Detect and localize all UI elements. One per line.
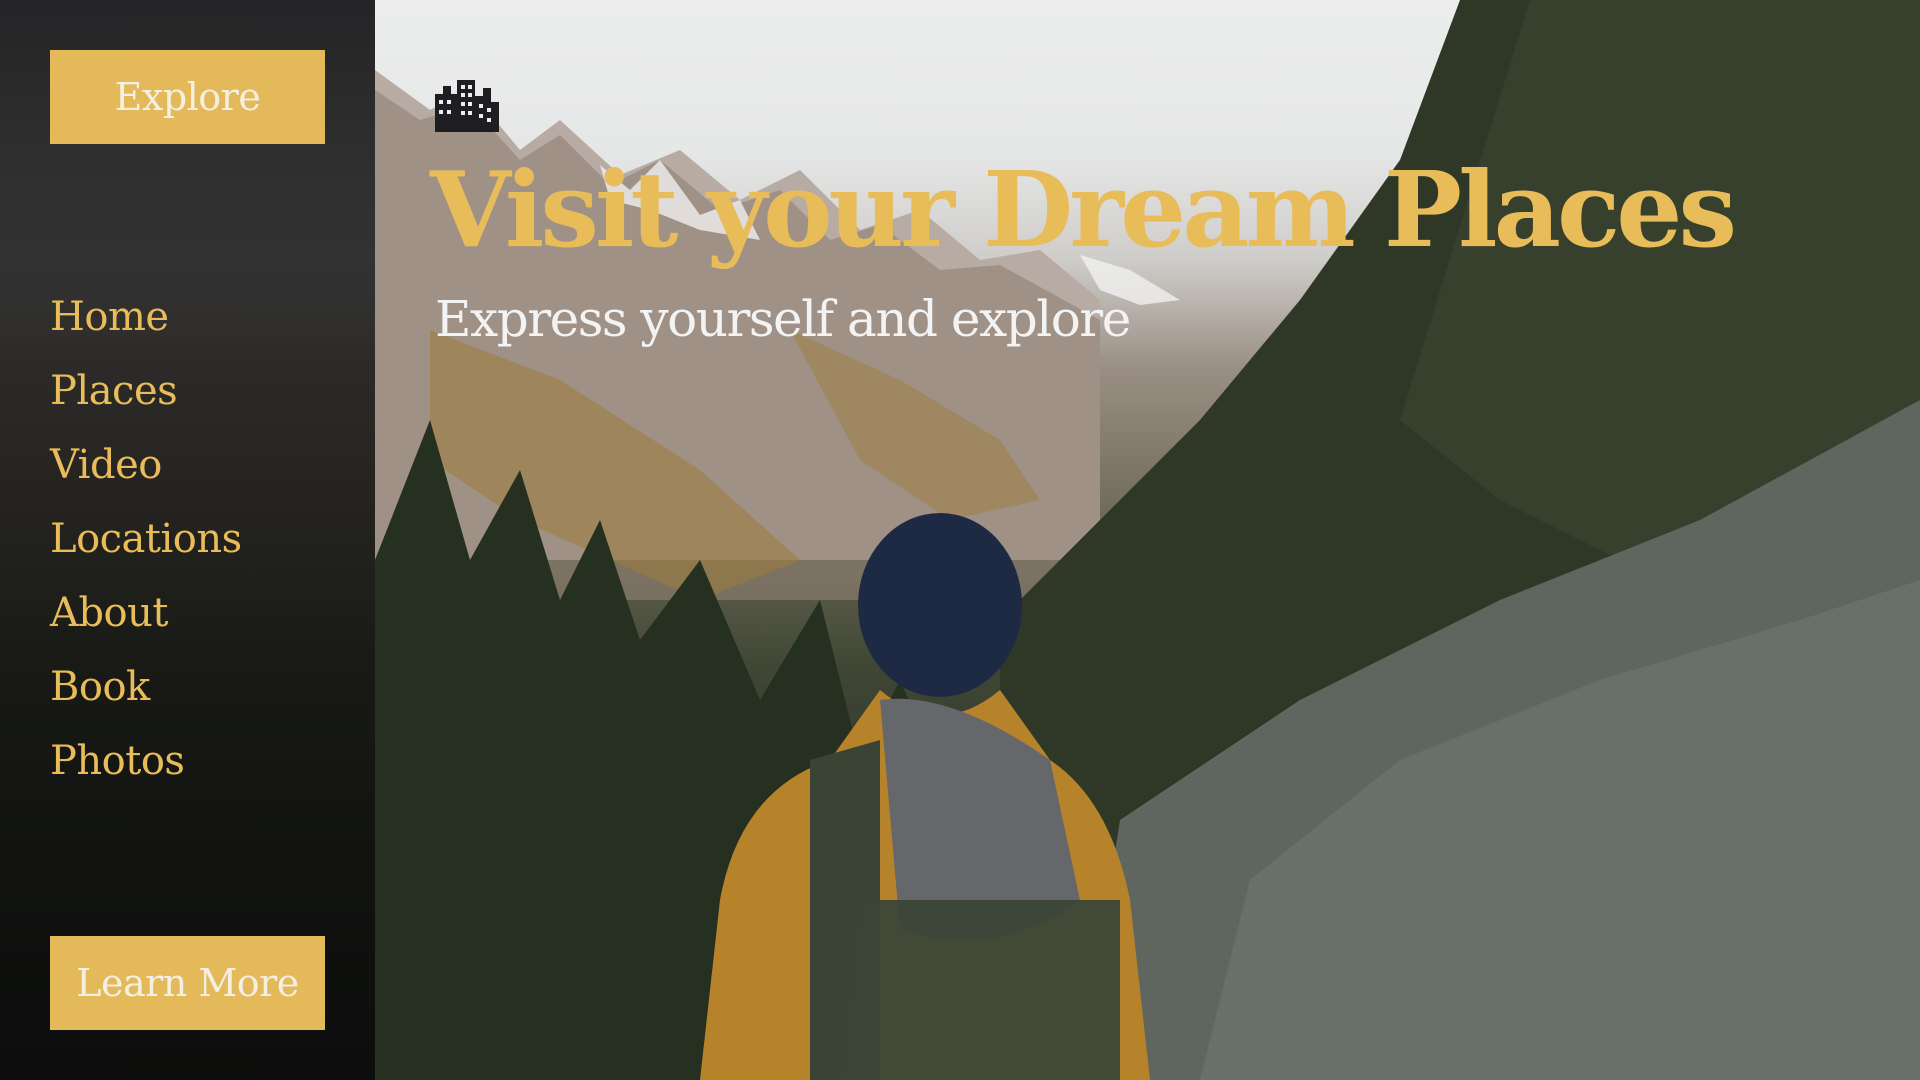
hero-headline: Visit your Dream Places [430,148,1737,271]
nav-item-places[interactable]: Places [50,362,242,436]
sidebar-nav: Home Places Video Locations About Book P… [50,288,242,806]
city-buildings-icon[interactable] [435,80,499,132]
sidebar: Explore Home Places Video Locations Abou… [0,0,375,1080]
nav-item-book[interactable]: Book [50,658,242,732]
learn-more-button[interactable]: Learn More [50,936,325,1030]
nav-item-about[interactable]: About [50,584,242,658]
nav-item-photos[interactable]: Photos [50,732,242,806]
explore-button[interactable]: Explore [50,50,325,144]
nav-item-locations[interactable]: Locations [50,510,242,584]
nav-item-video[interactable]: Video [50,436,242,510]
nav-item-home[interactable]: Home [50,288,242,362]
hero-subheadline: Express yourself and explore [435,290,1131,348]
